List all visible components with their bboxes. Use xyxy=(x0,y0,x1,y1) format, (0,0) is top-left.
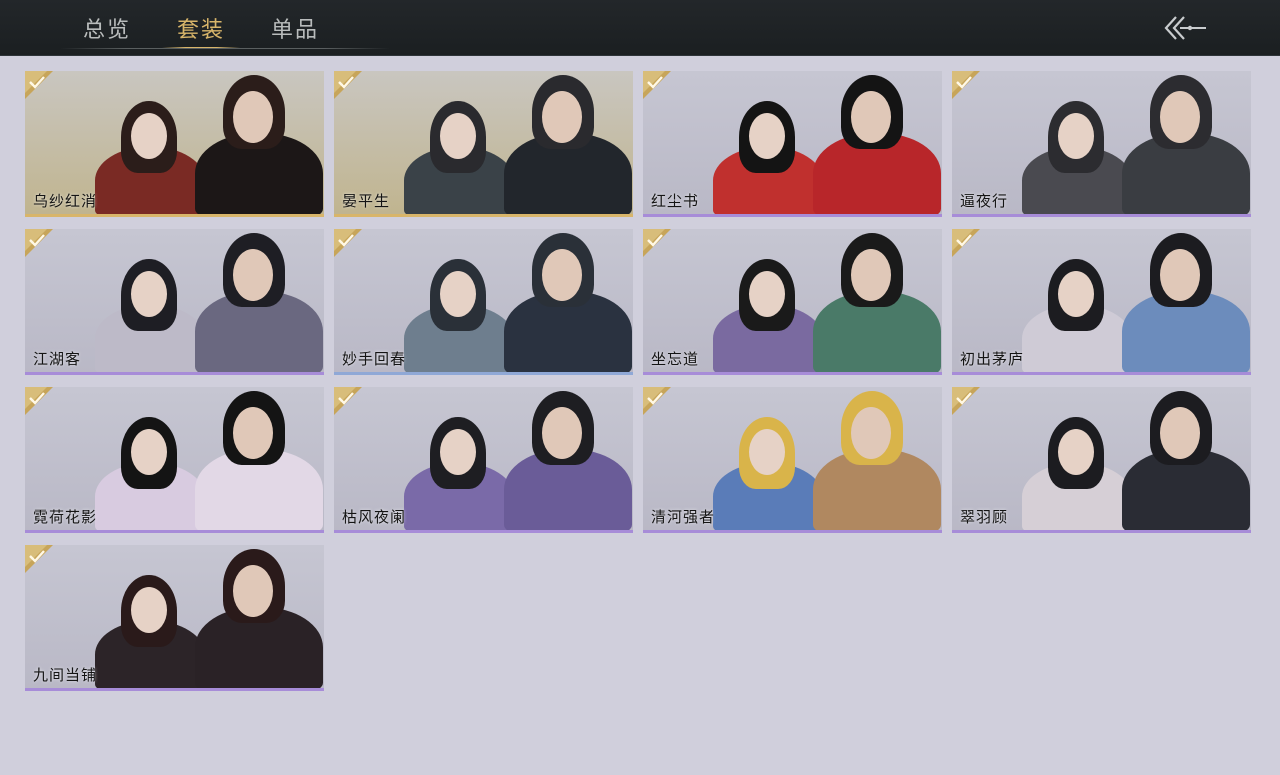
outfit-set-name: 妙手回春 xyxy=(342,350,407,368)
female-character-face xyxy=(749,429,785,475)
outfit-set-card[interactable]: 枯风夜阑 xyxy=(334,387,633,533)
female-character-face xyxy=(749,113,785,159)
outfit-set-card[interactable]: 江湖客 xyxy=(25,229,324,375)
outfit-set-grid: 乌纱红消 晏平生 红尘书 逼夜行江湖客 妙手回春 坐忘道 初出茅庐霓荷花影 枯风夜阑 清河强者 翠… xyxy=(25,71,1251,691)
owned-check-icon xyxy=(25,545,53,573)
outfit-set-name: 江湖客 xyxy=(33,350,82,368)
male-character-face xyxy=(1160,91,1200,143)
outfit-set-card[interactable]: 坐忘道 xyxy=(643,229,942,375)
owned-check-icon xyxy=(25,71,53,99)
male-character-face xyxy=(1160,407,1200,459)
outfit-set-name: 九间当铺 xyxy=(33,666,98,684)
owned-check-icon xyxy=(643,387,671,415)
outfit-set-card[interactable]: 翠羽顾 xyxy=(952,387,1251,533)
outfit-set-card[interactable]: 乌纱红消 xyxy=(25,71,324,217)
male-character-face xyxy=(1160,249,1200,301)
female-character-face xyxy=(1058,113,1094,159)
female-character-face xyxy=(749,271,785,317)
female-character-face xyxy=(131,113,167,159)
outfit-set-name: 乌纱红消 xyxy=(33,192,98,210)
female-character-face xyxy=(1058,429,1094,475)
male-character-face xyxy=(233,565,273,617)
male-character-face xyxy=(851,407,891,459)
male-character-face xyxy=(542,91,582,143)
outfit-set-name: 清河强者 xyxy=(651,508,716,526)
tab-sets[interactable]: 套装 xyxy=(154,0,248,55)
female-character-face xyxy=(131,587,167,633)
owned-check-icon xyxy=(952,229,980,257)
outfit-set-name: 霓荷花影 xyxy=(33,508,98,526)
outfit-set-name: 逼夜行 xyxy=(960,192,1009,210)
male-character-face xyxy=(851,249,891,301)
outfit-set-card[interactable]: 晏平生 xyxy=(334,71,633,217)
top-nav-bar: 总览 套装 单品 xyxy=(0,0,1280,56)
outfit-set-name: 坐忘道 xyxy=(651,350,700,368)
owned-check-icon xyxy=(334,387,362,415)
owned-check-icon xyxy=(334,71,362,99)
owned-check-icon xyxy=(334,229,362,257)
owned-check-icon xyxy=(25,229,53,257)
tab-divider xyxy=(60,48,390,49)
female-character-face xyxy=(131,429,167,475)
female-character-face xyxy=(440,429,476,475)
owned-check-icon xyxy=(25,387,53,415)
male-character-face xyxy=(233,91,273,143)
tab-items[interactable]: 单品 xyxy=(248,0,342,55)
owned-check-icon xyxy=(643,71,671,99)
outfit-set-card[interactable]: 逼夜行 xyxy=(952,71,1251,217)
outfit-set-name: 翠羽顾 xyxy=(960,508,1009,526)
outfit-set-card[interactable]: 九间当铺 xyxy=(25,545,324,691)
owned-check-icon xyxy=(643,229,671,257)
outfit-set-name: 晏平生 xyxy=(342,192,391,210)
back-button[interactable] xyxy=(1160,14,1212,42)
male-character-face xyxy=(233,249,273,301)
outfit-set-card[interactable]: 妙手回春 xyxy=(334,229,633,375)
female-character-face xyxy=(1058,271,1094,317)
double-chevron-left-icon xyxy=(1164,16,1206,40)
male-character-face xyxy=(851,91,891,143)
outfit-set-card[interactable]: 红尘书 xyxy=(643,71,942,217)
outfit-set-name: 初出茅庐 xyxy=(960,350,1025,368)
male-character-face xyxy=(542,407,582,459)
female-character-face xyxy=(131,271,167,317)
female-character-face xyxy=(440,271,476,317)
outfit-set-card[interactable]: 初出茅庐 xyxy=(952,229,1251,375)
outfit-set-name: 枯风夜阑 xyxy=(342,508,407,526)
tab-overview[interactable]: 总览 xyxy=(60,0,154,55)
owned-check-icon xyxy=(952,71,980,99)
male-character-face xyxy=(233,407,273,459)
tab-bar: 总览 套装 单品 xyxy=(60,0,342,55)
owned-check-icon xyxy=(952,387,980,415)
outfit-set-card[interactable]: 霓荷花影 xyxy=(25,387,324,533)
outfit-set-card[interactable]: 清河强者 xyxy=(643,387,942,533)
outfit-set-name: 红尘书 xyxy=(651,192,700,210)
female-character-face xyxy=(440,113,476,159)
male-character-face xyxy=(542,249,582,301)
